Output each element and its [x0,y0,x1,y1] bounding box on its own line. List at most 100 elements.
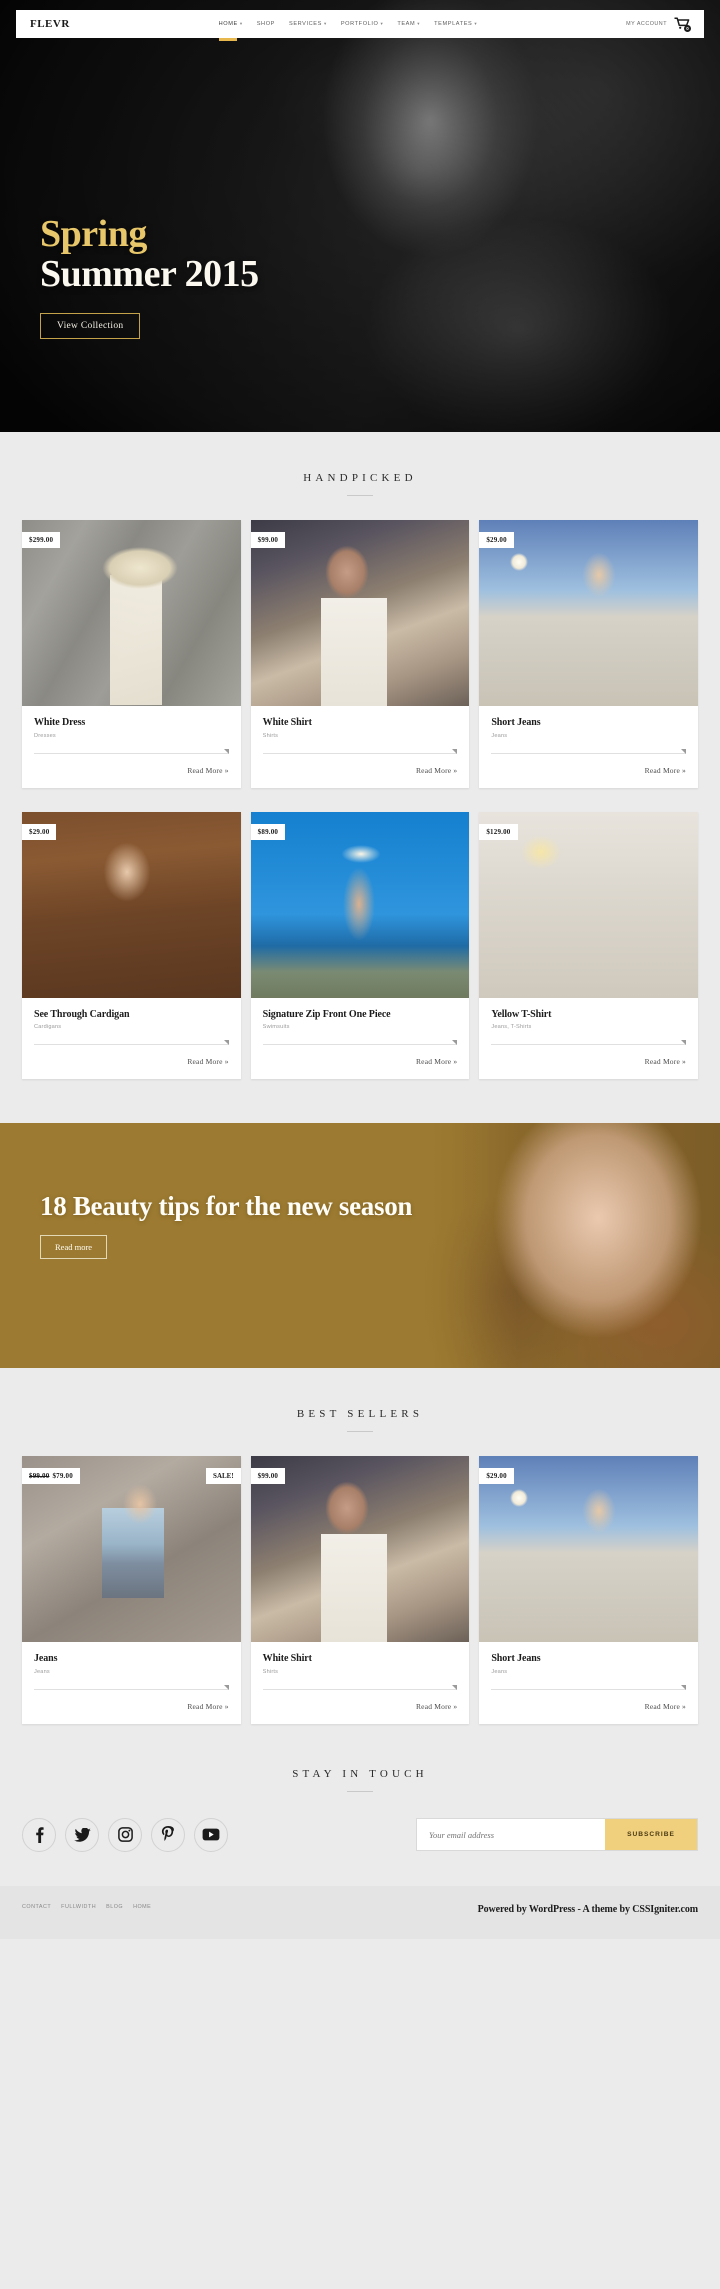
navbar-right: MY ACCOUNT 0 [626,17,691,32]
footer-credit: Powered by WordPress - A theme by CSSIgn… [477,1903,698,1915]
nav-label-services: SERVICES [288,21,322,27]
banner-title: 18 Beauty tips for the new season [40,1191,413,1221]
product-image[interactable]: $99.00 $79.00 SALE! [22,1456,241,1642]
product-name: White Dress [34,717,86,728]
product-price-badge: $99.00 [250,1468,286,1484]
product-name: Short Jeans [491,717,541,728]
product-price-badge: $99.00 $79.00 [22,1468,80,1484]
footer-link-contact[interactable]: CONTACT [22,1904,51,1910]
hero-section: FLEVR HOME ▾ SHOP SERVICES ▾ PORTFOLIO ▾ [0,0,720,432]
product-image[interactable]: $99.00 [250,520,470,706]
beauty-tips-banner: 18 Beauty tips for the new season Read m… [0,1123,720,1368]
product-category: Jeans [34,1668,50,1675]
shopping-cart-icon[interactable]: 0 [674,17,691,32]
product-card[interactable]: $29.00 See Through Cardigan Cardigans Re… [22,811,241,1079]
chevron-down-icon: ▾ [239,20,243,26]
facebook-icon[interactable] [22,1817,56,1852]
best-sellers-title: BEST SELLERS [296,1408,424,1420]
handpicked-grid-row-2: $29.00 See Through Cardigan Cardigans Re… [0,788,720,1079]
read-more-link[interactable]: Read More » [645,766,686,775]
product-card[interactable]: $89.00 Signature Zip Front One Piece Swi… [250,811,470,1079]
hero-title-line2: Summer 2015 [40,253,259,295]
footer-link-blog[interactable]: BLOG [106,1904,123,1910]
product-footer: Read More » [491,748,687,788]
nav-item-services[interactable]: SERVICES ▾ [289,15,327,33]
handpicked-section: HANDPICKED $299.00 White Dress Dresses R… [0,432,720,1079]
product-category: Jeans [491,1668,508,1675]
read-more-link[interactable]: Read More » [187,1702,228,1711]
instagram-icon[interactable] [108,1817,142,1852]
product-price-badge: $99.00 [250,532,286,548]
product-card[interactable]: $299.00 White Dress Dresses Read More » [22,520,241,788]
newsletter-section: STAY IN TOUCH SUBSCRIBE [0,1723,720,1852]
twitter-icon[interactable] [65,1817,99,1852]
read-more-link[interactable]: Read More » [645,1057,686,1066]
product-card[interactable]: $99.00 $79.00 SALE! Jeans Jeans Read More… [22,1456,241,1724]
product-card[interactable]: $129.00 Yellow T-Shirt Jeans, T-Shirts R… [479,811,699,1079]
subscribe-button[interactable]: SUBSCRIBE [605,1819,697,1850]
youtube-icon[interactable] [194,1817,228,1852]
product-footer: Read More » [491,1040,687,1079]
hero-title-line1: Spring [40,213,147,255]
corner-fold-icon [452,748,458,754]
handpicked-title: HANDPICKED [303,472,417,484]
read-more-link[interactable]: Read More » [416,766,457,775]
product-image[interactable]: $29.00 [22,811,241,998]
footer-link-home[interactable]: HOME [133,1904,151,1910]
footer-link-fullwidth[interactable]: FULLWIDTH [61,1904,96,1910]
product-image[interactable]: $129.00 [479,811,699,998]
product-old-price: $99.00 [29,1472,50,1480]
nav-item-templates[interactable]: TEMPLATES ▾ [434,15,477,33]
product-price-badge: $29.00 [22,823,57,840]
product-card[interactable]: $99.00 White Shirt Shirts Read More » [250,1456,470,1724]
nav-item-home[interactable]: HOME ▾ [218,15,243,41]
product-info: White Dress Dresses [22,706,241,739]
product-card[interactable]: $29.00 Short Jeans Jeans Read More » [479,520,699,788]
nav-label-portfolio: PORTFOLIO [340,21,379,27]
product-info: Yellow T-Shirt Jeans, T-Shirts [479,998,698,1031]
product-image[interactable]: $29.00 [479,520,699,706]
product-category: Jeans [491,732,508,739]
page-root: FLEVR HOME ▾ SHOP SERVICES ▾ PORTFOLIO ▾ [0,0,720,1939]
corner-fold-icon [452,1684,458,1690]
nav-label-home: HOME [218,21,238,27]
site-logo[interactable]: FLEVR [30,18,70,30]
read-more-link[interactable]: Read More » [416,1702,457,1711]
best-sellers-grid: $99.00 $79.00 SALE! Jeans Jeans Read More… [0,1432,720,1724]
product-name: Jeans [34,1653,58,1664]
product-image[interactable]: $99.00 [250,1456,470,1642]
pinterest-icon[interactable] [151,1817,185,1852]
nav-item-portfolio[interactable]: PORTFOLIO ▾ [341,15,383,33]
product-image[interactable]: $299.00 [22,520,241,706]
product-name: White Shirt [262,1653,312,1664]
my-account-link[interactable]: MY ACCOUNT [626,21,667,27]
nav-item-team[interactable]: TEAM ▾ [397,15,420,33]
banner-read-more-button[interactable]: Read more [40,1235,108,1260]
read-more-link[interactable]: Read More » [187,1057,228,1066]
product-sale-price: $79.00 [52,1472,73,1480]
product-image[interactable]: $29.00 [479,1456,699,1642]
read-more-link[interactable]: Read More » [416,1057,457,1066]
newsletter-title: STAY IN TOUCH [292,1767,428,1780]
view-collection-button[interactable]: View Collection [40,312,141,339]
footer-links: CONTACT FULLWIDTH BLOG HOME [22,1904,151,1910]
read-more-link[interactable]: Read More » [645,1702,686,1711]
product-price-badge: $299.00 [22,532,61,548]
product-card[interactable]: $99.00 White Shirt Shirts Read More » [250,520,470,788]
product-price-badge: $29.00 [479,1468,514,1484]
read-more-link[interactable]: Read More » [187,766,228,775]
product-category: Dresses [34,732,56,739]
product-image[interactable]: $89.00 [250,811,470,998]
email-input[interactable] [417,1819,605,1850]
nav-item-shop[interactable]: SHOP [257,15,275,33]
product-price-badge: $89.00 [250,823,286,840]
product-card[interactable]: $29.00 Short Jeans Jeans Read More » [479,1456,699,1724]
corner-fold-icon [681,1684,687,1690]
product-name: Signature Zip Front One Piece [262,1008,391,1020]
chevron-down-icon: ▾ [323,20,327,26]
product-info: Jeans Jeans [22,1642,241,1675]
product-info: White Shirt Shirts [251,1642,470,1675]
product-info: Signature Zip Front One Piece Swimsuits [251,998,470,1031]
sale-badge: SALE! [206,1468,241,1484]
product-info: Short Jeans Jeans [479,706,698,739]
